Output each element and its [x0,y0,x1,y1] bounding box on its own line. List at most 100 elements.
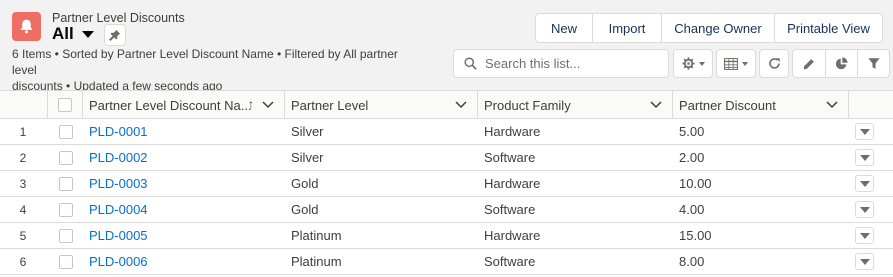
change-owner-button[interactable]: Change Owner [661,14,774,42]
list-view-selector[interactable]: All [52,24,94,44]
caret-down-icon[interactable] [81,30,94,38]
row-number: 1 [19,124,27,139]
table-row: 6 PLD-0006 Platinum Software 8.00 [0,249,893,275]
printable-view-button[interactable]: Printable View [774,14,882,42]
edit-icon [803,58,814,69]
row-select-cell [59,119,75,144]
bell-icon [12,12,41,41]
partner-discount-cell: 4.00 [679,202,705,217]
row-number: 5 [19,228,27,243]
partner-discount-cell: 15.00 [679,228,712,243]
record-name-link[interactable]: PLD-0001 [89,119,148,144]
partner-discount-cell: 10.00 [679,176,712,191]
record-name-link[interactable]: PLD-0002 [89,145,148,170]
row-action-menu-button[interactable] [855,227,874,244]
search-icon [464,57,477,70]
chevron-down-icon[interactable] [650,100,662,110]
meta-line-1: 6 Items • Sorted by Partner Level Discou… [12,47,398,77]
caret-down-icon [859,206,870,213]
column-header-name-label[interactable]: Partner Level Discount Na... [89,98,252,113]
refresh-icon [768,58,780,69]
product-family-cell: Software [484,254,536,269]
row-action-menu-button[interactable] [855,149,874,166]
pin-icon [109,29,121,41]
pin-button[interactable] [104,24,126,46]
caret-down-icon [859,232,870,239]
row-action-menu-button[interactable] [855,175,874,192]
row-checkbox[interactable] [59,228,73,243]
row-checkbox[interactable] [59,176,73,191]
row-checkbox[interactable] [59,150,73,165]
row-action-menu-button[interactable] [855,123,874,140]
column-header-partner-level-label[interactable]: Partner Level [291,98,368,113]
table-body: 1 PLD-0001 Silver Hardware 5.00 2 PLD-00… [0,119,893,275]
search-box[interactable] [453,49,669,78]
chart-filter-group [792,49,890,78]
table-header: Partner Level Discount Na... ↑ Partner L… [0,90,893,119]
import-button[interactable]: Import [592,14,661,42]
filter-button[interactable] [857,50,889,77]
row-select-cell [59,171,75,196]
row-select-cell [59,145,75,170]
table-row: 1 PLD-0001 Silver Hardware 5.00 [0,119,893,145]
partner-discount-cell: 2.00 [679,150,705,165]
record-name-link[interactable]: PLD-0004 [89,197,148,222]
search-input[interactable] [485,56,655,71]
row-checkbox[interactable] [59,254,73,269]
table-row: 4 PLD-0004 Gold Software 4.00 [0,197,893,223]
record-name-link[interactable]: PLD-0005 [89,223,148,248]
product-family-cell: Hardware [484,228,541,243]
row-select-cell [59,223,75,248]
row-action-menu-button[interactable] [855,201,874,218]
column-header-product-family-label[interactable]: Product Family [484,98,571,113]
row-number: 4 [19,202,27,217]
column-header-partner-level[interactable]: Partner Level [285,91,478,119]
list-settings-button[interactable] [673,49,713,78]
column-header-name[interactable]: Partner Level Discount Na... ↑ [83,91,285,119]
chevron-down-icon[interactable] [262,100,274,110]
gear-icon [681,57,695,70]
partner-discount-cell: 8.00 [679,254,705,269]
row-number: 2 [19,150,27,165]
table-row: 2 PLD-0002 Silver Software 2.00 [0,145,893,171]
caret-down-icon [859,258,870,265]
list-meta-info: 6 Items • Sorted by Partner Level Discou… [12,46,412,94]
partner-level-cell: Gold [291,202,319,217]
column-header-product-family[interactable]: Product Family [478,91,673,119]
chart-icon [835,57,848,70]
row-select-cell [59,197,75,222]
partner-level-cell: Platinum [291,254,342,269]
row-action-menu-button[interactable] [855,253,874,270]
chevron-down-icon[interactable] [455,100,467,110]
column-header-partner-discount-label[interactable]: Partner Discount [679,98,776,113]
edit-button[interactable] [793,50,825,77]
action-button-group: New Import Change Owner Printable View [535,13,883,43]
record-name-link[interactable]: PLD-0006 [89,249,148,274]
records-table: Partner Level Discount Na... ↑ Partner L… [0,90,893,275]
list-view-title[interactable]: All [52,24,74,44]
row-number-header [0,91,48,119]
new-button[interactable]: New [536,14,592,42]
partner-level-cell: Platinum [291,228,342,243]
caret-down-icon [859,154,870,161]
row-checkbox[interactable] [59,202,73,217]
caret-down-icon [859,180,870,187]
table-row: 3 PLD-0003 Gold Hardware 10.00 [0,171,893,197]
row-number: 3 [19,176,27,191]
display-as-button[interactable] [716,49,756,78]
table-view-icon [724,57,738,70]
sort-ascending-icon[interactable]: ↑ [248,97,254,111]
caret-down-icon [742,61,748,66]
row-checkbox[interactable] [59,124,73,139]
record-name-link[interactable]: PLD-0003 [89,171,148,196]
row-select-cell [59,249,75,274]
chevron-down-icon[interactable] [826,100,838,110]
product-family-cell: Software [484,202,536,217]
refresh-button[interactable] [759,49,789,78]
chart-button[interactable] [825,50,857,77]
select-all-checkbox[interactable] [58,98,72,112]
caret-down-icon [859,128,870,135]
partner-discount-cell: 5.00 [679,124,705,139]
column-header-partner-discount[interactable]: Partner Discount [673,91,849,119]
object-name: Partner Level Discounts [52,11,185,25]
